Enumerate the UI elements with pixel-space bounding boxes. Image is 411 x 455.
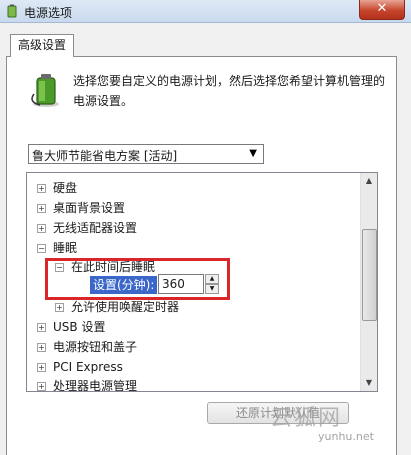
expand-icon[interactable]: +	[37, 323, 46, 332]
title-bar: 电源选项 ✕	[0, 0, 411, 23]
tree-item-label: 睡眠	[53, 241, 78, 255]
tree-item-label: 处理器电源管理	[53, 379, 138, 392]
expand-icon[interactable]: +	[37, 184, 46, 193]
watermark-url: yunhu.net	[318, 430, 374, 443]
scrollbar-thumb[interactable]	[362, 229, 377, 321]
highlight-annotation-box	[45, 258, 230, 300]
expand-icon[interactable]: +	[37, 343, 46, 352]
expand-icon[interactable]: +	[37, 224, 46, 233]
scroll-down-arrow-icon[interactable]: ▼	[361, 375, 377, 391]
power-plan-dropdown[interactable]: 鲁大师节能省电方案 [活动] ▼	[28, 144, 264, 164]
expand-icon[interactable]: +	[37, 363, 46, 372]
tree-item-label: USB 设置	[53, 320, 106, 334]
chevron-down-icon[interactable]: ▼	[249, 148, 257, 159]
plan-description: 选择您要自定义的电源计划，然后选择您希望计算机管理的电源设置。	[73, 74, 386, 108]
scroll-up-arrow-icon[interactable]: ▲	[361, 173, 377, 189]
tree-item-label: 无线适配器设置	[53, 221, 138, 235]
power-plan-value: 鲁大师节能省电方案 [活动]	[32, 149, 178, 163]
tree-item-label: 允许使用唤醒定时器	[71, 300, 180, 314]
tree-item-label: PCI Express	[53, 360, 123, 374]
power-options-icon	[7, 4, 17, 18]
vertical-scrollbar[interactable]: ▲ ▼	[360, 173, 377, 391]
tree-item-label: 桌面背景设置	[53, 201, 126, 215]
watermark-logo: 云狐网	[270, 406, 343, 431]
collapse-icon[interactable]: −	[37, 244, 46, 253]
tab-advanced-settings[interactable]: 高级设置	[10, 34, 74, 57]
expand-icon[interactable]: +	[55, 303, 64, 312]
battery-power-icon	[31, 74, 59, 107]
window-title: 电源选项	[24, 6, 73, 20]
expand-icon[interactable]: +	[37, 204, 46, 213]
close-button[interactable]: ✕	[359, 0, 405, 20]
tree-item-label: 电源按钮和盖子	[53, 340, 138, 354]
expand-icon[interactable]: +	[37, 382, 46, 391]
tree-item-label: 硬盘	[53, 181, 78, 195]
